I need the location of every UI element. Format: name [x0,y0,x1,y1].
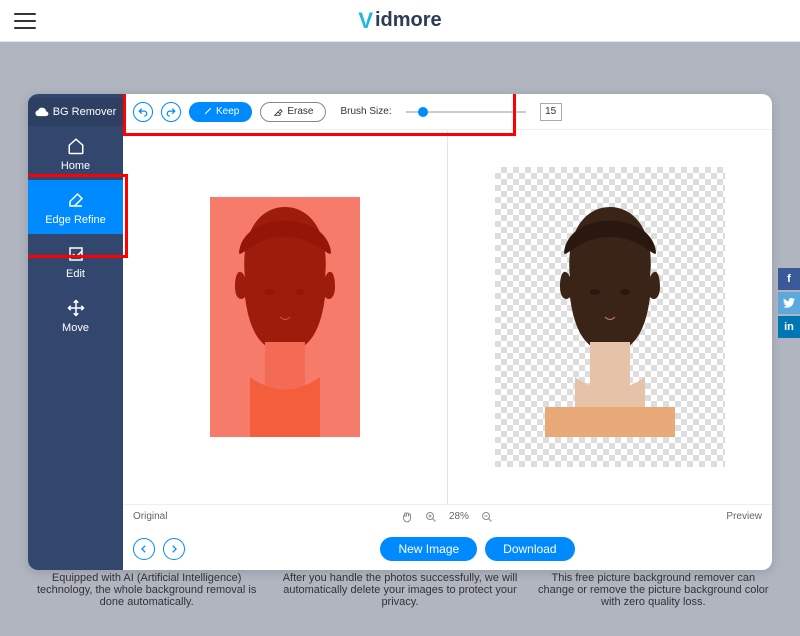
sidebar-label-edge-refine: Edge Refine [45,214,106,226]
redo-icon [166,107,176,117]
new-image-button[interactable]: New Image [380,537,477,561]
edge-refine-icon [66,190,86,210]
chevron-left-icon [139,544,149,554]
slider-thumb[interactable] [418,107,428,117]
hamburger-menu-icon[interactable] [14,13,36,29]
sidebar-item-home[interactable]: Home [28,126,123,180]
brand-logo[interactable]: V idmore [358,8,441,34]
original-image [210,197,360,437]
sidebar-label-edit: Edit [66,268,85,280]
erase-button[interactable]: Erase [260,102,326,122]
selection-mask-overlay [210,197,360,437]
redo-button[interactable] [161,102,181,122]
home-icon [66,136,86,156]
cloud-icon [35,107,49,117]
sidebar-item-move[interactable]: Move [28,288,123,342]
sidebar-label-move: Move [62,322,89,334]
social-share-strip: f in [778,268,800,340]
sidebar-title: BG Remover [28,98,123,126]
preview-image [515,197,705,437]
footer-actions: New Image Download [123,528,772,570]
eraser-icon [273,107,283,117]
editor-sidebar: BG Remover Home Edge Refine Edit Move [28,94,123,570]
pan-icon[interactable] [401,511,413,523]
zoom-value: 28% [449,511,469,522]
logo-mark-icon: V [358,8,373,34]
move-icon [66,298,86,318]
original-pane[interactable] [123,130,447,504]
undo-icon [138,107,148,117]
preview-label: Preview [726,511,762,522]
marketing-col-3: This free picture background remover can… [533,572,773,608]
editor-content: Keep Erase Brush Size: 15 [123,94,772,570]
undo-button[interactable] [133,102,153,122]
preview-pane[interactable] [447,130,772,504]
prev-button[interactable] [133,538,155,560]
next-button[interactable] [163,538,185,560]
brush-size-label: Brush Size: [340,106,391,117]
brand-name: idmore [375,9,442,32]
sidebar-item-edit[interactable]: Edit [28,234,123,288]
sidebar-label-home: Home [61,160,90,172]
editor-workspace [123,130,772,504]
original-label: Original [133,511,167,522]
keep-button[interactable]: Keep [189,102,252,122]
zoom-in-icon[interactable] [425,511,437,523]
refine-toolbar: Keep Erase Brush Size: 15 [123,94,772,130]
editor-modal: BG Remover Home Edge Refine Edit Move [28,94,772,570]
brush-size-value[interactable]: 15 [540,103,562,121]
erase-label: Erase [287,106,313,117]
top-bar: V idmore [0,0,800,42]
facebook-button[interactable]: f [778,268,800,290]
chevron-right-icon [169,544,179,554]
background-marketing-text: Equipped with AI (Artificial Intelligenc… [0,572,800,608]
linkedin-button[interactable]: in [778,316,800,338]
status-bar: Original 28% Preview [123,504,772,528]
marketing-col-2: After you handle the photos successfully… [280,572,520,608]
sidebar-item-edge-refine[interactable]: Edge Refine [28,180,123,234]
edit-icon [66,244,86,264]
brush-size-slider[interactable] [406,111,526,113]
marketing-col-1: Equipped with AI (Artificial Intelligenc… [27,572,267,608]
keep-label: Keep [216,106,239,117]
brush-icon [202,107,212,117]
twitter-button[interactable] [778,292,800,314]
download-button[interactable]: Download [485,537,574,561]
zoom-out-icon[interactable] [481,511,493,523]
